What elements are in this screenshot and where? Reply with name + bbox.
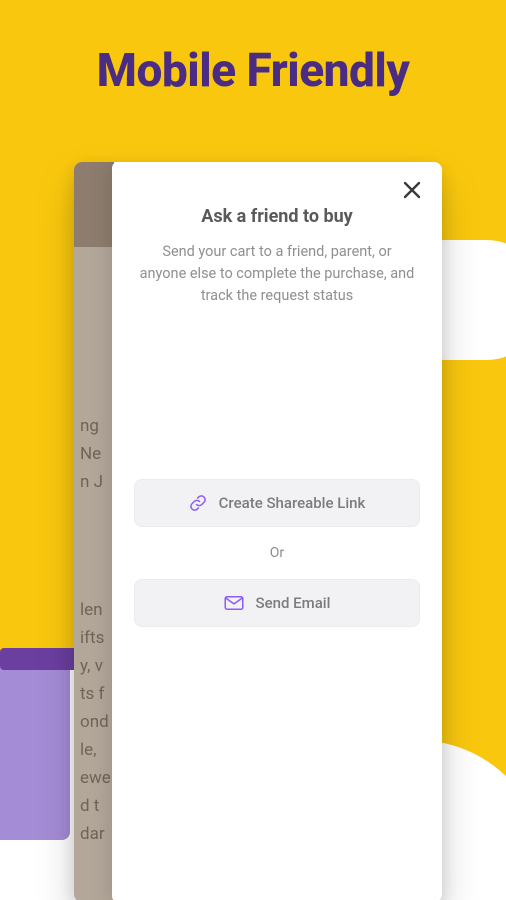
create-shareable-link-button[interactable]: Create Shareable Link xyxy=(134,479,420,527)
link-icon xyxy=(189,494,207,512)
close-button[interactable] xyxy=(398,176,426,204)
promo-stage: Mobile Friendly ng Ne n J len ifts y, v … xyxy=(0,0,506,900)
bg-text-fragment: len ifts y, v ts f ond le, ewe d t dar xyxy=(74,596,114,848)
bg-text-fragment: ng Ne n J xyxy=(74,412,114,496)
modal-actions: Create Shareable Link Or Send Email xyxy=(134,479,420,627)
or-separator: Or xyxy=(270,545,284,561)
phone-bg-left: ng Ne n J len ifts y, v ts f ond le, ewe… xyxy=(74,162,114,900)
ask-friend-modal: Ask a friend to buy Send your cart to a … xyxy=(112,162,442,900)
phone-bg-top xyxy=(74,162,114,247)
modal-title: Ask a friend to buy xyxy=(134,206,420,227)
phone-frame: ng Ne n J len ifts y, v ts f ond le, ewe… xyxy=(74,162,442,900)
email-icon xyxy=(224,595,244,611)
modal-subtitle: Send your cart to a friend, parent, or a… xyxy=(134,241,420,307)
button-label: Send Email xyxy=(256,594,331,612)
close-icon xyxy=(402,180,422,200)
send-email-button[interactable]: Send Email xyxy=(134,579,420,627)
bg-shape xyxy=(0,660,70,840)
page-title: Mobile Friendly xyxy=(0,44,506,98)
button-label: Create Shareable Link xyxy=(219,494,366,512)
